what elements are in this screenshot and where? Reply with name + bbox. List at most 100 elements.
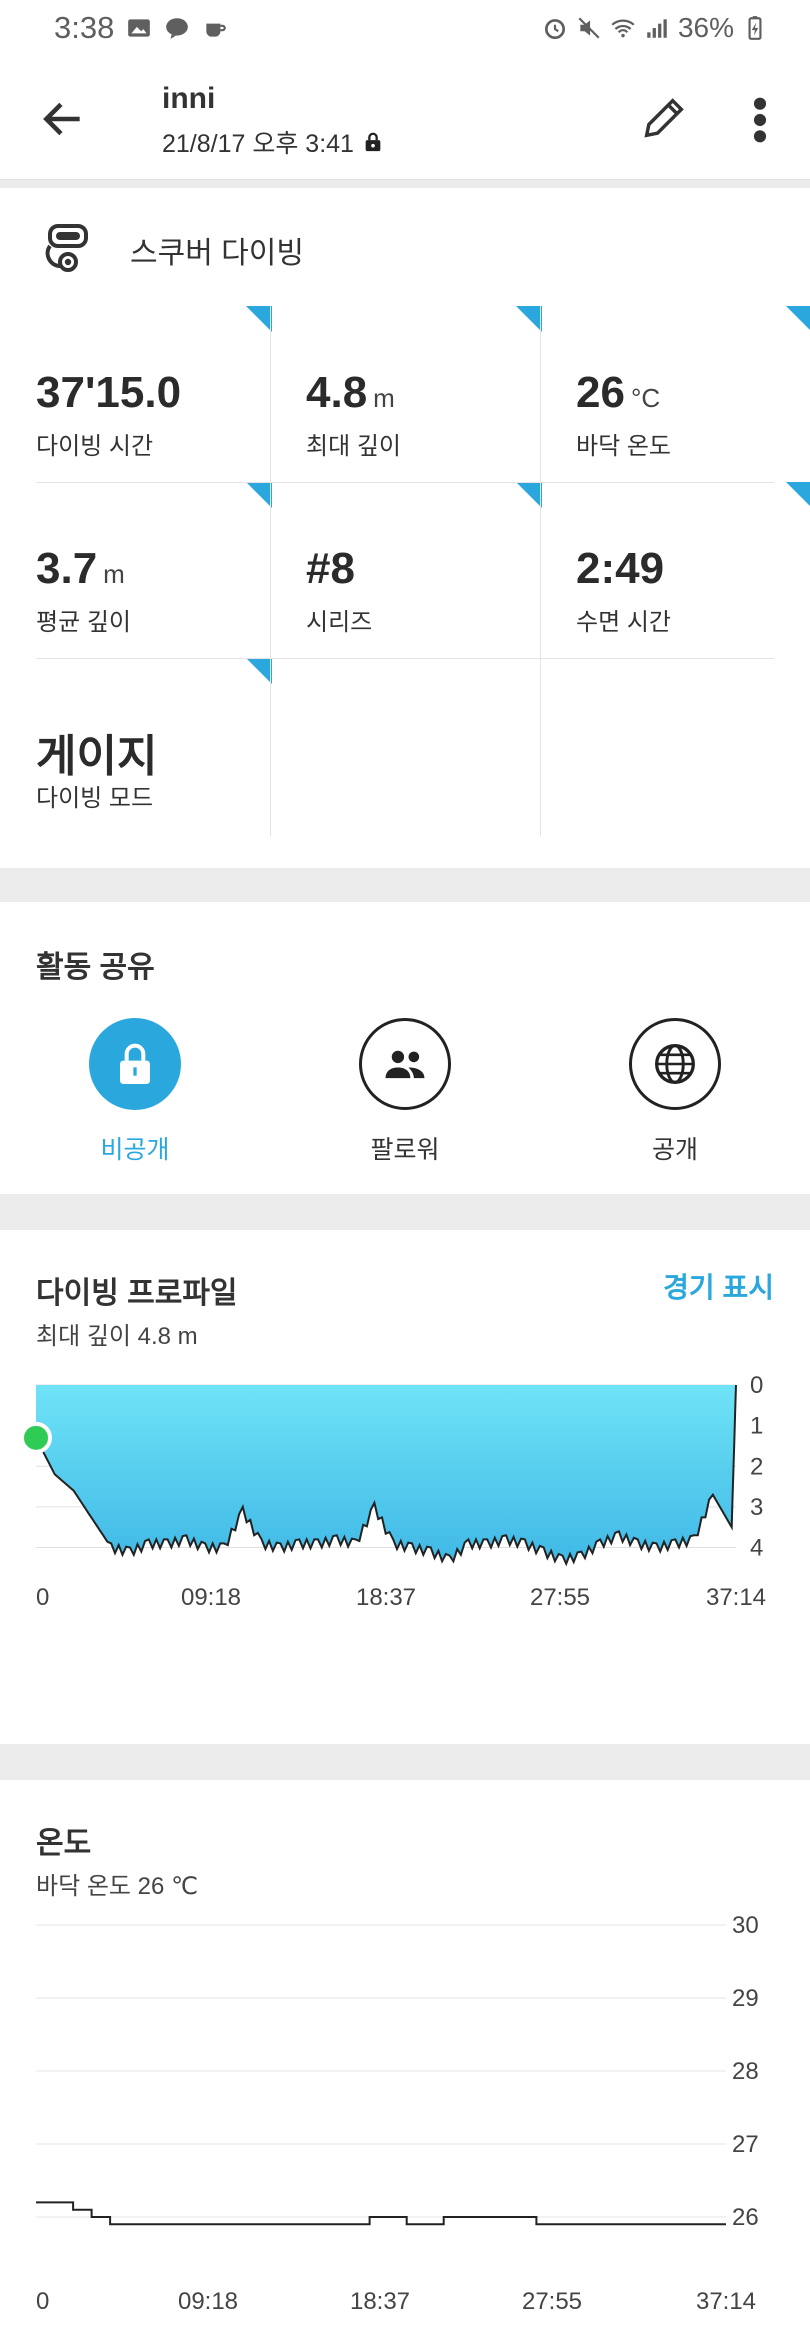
stat-corner-marker xyxy=(786,482,810,508)
activity-type-label: 스쿠버 다이빙 xyxy=(130,237,304,270)
activity-datetime: 21/8/17 오후 3:41 xyxy=(162,124,384,160)
dive-profile-card: 다이빙 프로파일 경기 표시 최대 깊이 4.8 m 0 1 2 3 4 0 09:18 18… xyxy=(0,1230,810,1744)
mute-icon xyxy=(578,17,600,39)
stat-corner-marker xyxy=(786,306,810,332)
stat-label: 바닥 온도 xyxy=(576,433,671,460)
x-tick-label: 27:55 xyxy=(522,2288,582,2315)
x-tick-label: 0 xyxy=(36,2288,49,2315)
depth-area xyxy=(36,1385,736,1564)
share-title: 활동 공유 xyxy=(36,951,155,984)
battery-icon xyxy=(748,16,762,40)
more-options-icon[interactable] xyxy=(742,92,778,148)
alarm-icon xyxy=(544,19,565,40)
chat-icon xyxy=(166,18,189,39)
stat-corner-marker xyxy=(516,306,542,332)
temperature-title: 온도 xyxy=(36,1827,92,1860)
stat-value: 26 xyxy=(576,368,625,417)
grid-divider xyxy=(270,306,271,836)
datetime-text: 21/8/17 오후 3:41 xyxy=(162,130,354,158)
x-tick-label: 37:14 xyxy=(706,1584,766,1611)
stat-unit: m xyxy=(103,559,125,589)
stat-corner-marker xyxy=(246,482,272,508)
grid-divider xyxy=(36,658,774,659)
share-option-label: 비공개 xyxy=(100,1136,170,1164)
scuba-mask-icon xyxy=(45,224,88,272)
share-option-private[interactable]: 비공개 xyxy=(35,1018,235,1166)
x-tick-label: 09:18 xyxy=(178,2288,238,2315)
x-tick-label: 37:14 xyxy=(696,2288,756,2315)
y-tick-label: 28 xyxy=(732,2058,759,2085)
y-tick-label: 27 xyxy=(732,2131,759,2158)
temperature-line xyxy=(36,2201,726,2226)
temperature-subtitle: 바닥 온도 26 ℃ xyxy=(36,1873,198,1900)
x-tick-label: 0 xyxy=(36,1584,49,1611)
stat-corner-marker xyxy=(246,658,272,684)
stat-value: 4.8 xyxy=(306,368,368,417)
battery-percent: 36% xyxy=(677,12,734,43)
stat-value: 게이지 xyxy=(36,732,158,781)
back-arrow-icon[interactable] xyxy=(38,94,88,144)
show-warnings-link[interactable]: 경기 표시 xyxy=(663,1266,774,1306)
share-circle[interactable] xyxy=(89,1018,181,1110)
profile-subtitle: 최대 깊이 4.8 m xyxy=(36,1323,198,1350)
temperature-chart: 30 29 28 27 26 0 09:18 18:37 27:55 37:14 xyxy=(36,1912,759,2315)
app-bar: inni 21/8/17 오후 3:41 xyxy=(0,56,810,180)
x-tick-label: 18:37 xyxy=(350,2288,410,2315)
grid-divider xyxy=(540,306,541,836)
share-option-label: 팔로워 xyxy=(370,1136,440,1164)
stat-value: 37'15.0 xyxy=(36,368,182,417)
activity-type-header: 스쿠버 다이빙 xyxy=(36,218,304,282)
lock-icon xyxy=(120,1043,150,1084)
x-tick-label: 27:55 xyxy=(530,1584,590,1611)
stat-label: 평균 깊이 xyxy=(36,609,131,636)
stat-dive-time[interactable]: 37'15.0 다이빙 시간 xyxy=(36,306,306,482)
stat-unit: °C xyxy=(630,383,661,413)
y-tick-label: 1 xyxy=(750,1413,763,1440)
status-time: 3:38 xyxy=(54,10,115,45)
start-marker xyxy=(20,1421,52,1454)
stat-value: #8 xyxy=(306,544,355,593)
stat-label: 다이빙 시간 xyxy=(36,433,154,460)
gallery-icon xyxy=(128,19,151,37)
x-tick-label: 18:37 xyxy=(356,1584,416,1611)
stat-label: 최대 깊이 xyxy=(306,433,401,460)
y-tick-label: 26 xyxy=(732,2204,759,2231)
globe-icon xyxy=(655,1044,695,1084)
stat-series[interactable]: #8 시리즈 xyxy=(306,482,576,658)
share-card: 활동 공유 비공개 팔로워 공개 xyxy=(0,902,810,1194)
y-tick-label: 30 xyxy=(732,1912,759,1939)
stat-avg-depth[interactable]: 3.7 m 평균 깊이 xyxy=(36,482,306,658)
coffee-icon xyxy=(206,23,227,37)
summary-card: 스쿠버 다이빙 37'15.0 다이빙 시간 4.8 m 최대 깊이 26 °C 바… xyxy=(0,188,810,868)
share-circle[interactable] xyxy=(359,1018,451,1110)
people-icon xyxy=(385,1050,425,1079)
stat-value: 3.7 xyxy=(36,544,98,593)
stat-surface-time[interactable]: 2:49 수면 시간 xyxy=(576,482,810,658)
share-option-followers[interactable]: 팔로워 xyxy=(305,1018,505,1166)
stat-max-depth[interactable]: 4.8 m 최대 깊이 xyxy=(306,306,576,482)
share-circle[interactable] xyxy=(629,1018,721,1110)
profile-title: 다이빙 프로파일 xyxy=(36,1277,238,1310)
stat-value: 2:49 xyxy=(576,544,665,593)
grid-divider xyxy=(36,482,774,483)
x-tick-label: 09:18 xyxy=(181,1584,241,1611)
stat-corner-marker xyxy=(246,306,272,332)
share-option-label: 공개 xyxy=(651,1136,698,1164)
share-option-public[interactable]: 공개 xyxy=(575,1018,775,1166)
edit-pencil-icon[interactable] xyxy=(638,92,690,144)
stat-label: 다이빙 모드 xyxy=(36,785,154,812)
activity-title: inni xyxy=(162,82,216,115)
y-tick-label: 3 xyxy=(750,1494,763,1521)
stat-unit: m xyxy=(373,383,395,413)
signal-icon xyxy=(647,19,667,38)
depth-chart: 0 1 2 3 4 0 09:18 18:37 27:55 37:14 xyxy=(20,1372,766,1611)
stat-bottom-temp[interactable]: 26 °C 바닥 온도 xyxy=(576,306,810,482)
temperature-card: 온도 바닥 온도 26 ℃ 30 29 28 27 26 0 09:18 18:37 27:55… xyxy=(0,1780,810,2325)
wifi-icon xyxy=(611,19,635,38)
lock-small-icon xyxy=(365,132,381,152)
stat-label: 시리즈 xyxy=(306,609,373,636)
stat-corner-marker xyxy=(516,482,542,508)
stat-dive-mode[interactable]: 게이지 다이빙 모드 xyxy=(36,658,306,834)
y-tick-label: 0 xyxy=(750,1372,763,1399)
y-tick-label: 4 xyxy=(750,1535,763,1562)
